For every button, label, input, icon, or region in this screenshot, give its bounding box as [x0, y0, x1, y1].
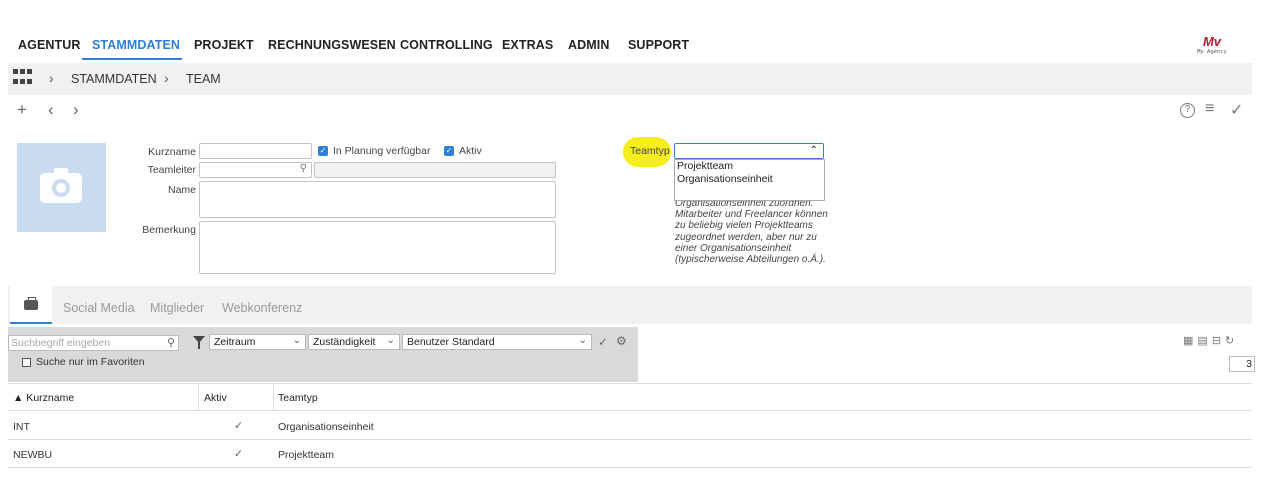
col-aktiv-header[interactable]: Aktiv: [204, 392, 227, 404]
logo-mark: Mv: [1202, 34, 1222, 49]
hint-line: zugeordnet werden, aber nur zu: [675, 231, 817, 243]
cell-kurzname: NEWBU: [13, 449, 53, 461]
nav-projekt[interactable]: PROJEKT: [194, 38, 254, 52]
top-navigation: AGENTUR STAMMDATEN PROJEKT RECHNUNGSWESE…: [0, 30, 1272, 60]
aktiv-checkbox[interactable]: ✓: [444, 146, 454, 156]
table-row[interactable]: NEWBU ✓ Projektteam: [8, 440, 1252, 468]
help-icon[interactable]: ?: [1180, 103, 1195, 118]
nav-extras[interactable]: EXTRAS: [502, 38, 553, 52]
name-label: Name: [167, 184, 196, 196]
tab-webkonferenz[interactable]: Webkonferenz: [222, 301, 302, 315]
cell-teamtyp: Projektteam: [278, 449, 335, 461]
briefcase-icon: [24, 297, 38, 310]
search-icon[interactable]: ⚲: [167, 336, 175, 349]
zeitraum-select[interactable]: Zeitraum ⌄: [209, 334, 306, 350]
nav-stammdaten[interactable]: STAMMDATEN: [92, 38, 180, 52]
bemerkung-label: Bemerkung: [142, 224, 196, 236]
refresh-icon[interactable]: ↻: [1225, 335, 1234, 347]
benutzer-select[interactable]: Benutzer Standard ⌄: [402, 334, 592, 350]
menu-icon[interactable]: ≡: [1205, 100, 1214, 118]
aktiv-label: Aktiv: [459, 145, 482, 157]
kurzname-label: Kurzname: [148, 146, 196, 158]
zustaendigkeit-value: Zuständigkeit: [313, 336, 376, 348]
nav-rechnungswesen[interactable]: RECHNUNGSWESEN: [268, 38, 396, 52]
in-planung-checkbox[interactable]: ✓: [318, 146, 328, 156]
option-projektteam[interactable]: Projektteam: [675, 160, 824, 173]
nav-controlling[interactable]: CONTROLLING: [400, 38, 493, 52]
favorites-label: Suche nur im Favoriten: [36, 356, 145, 368]
logo-subtitle: My Agency: [1197, 49, 1227, 55]
chevron-down-icon: ⌄: [386, 335, 395, 346]
nav-support[interactable]: SUPPORT: [628, 38, 689, 52]
pdf-icon[interactable]: ▤: [1197, 335, 1207, 347]
tab-mitglieder[interactable]: Mitglieder: [150, 301, 204, 315]
breadcrumb-separator-icon: ›: [164, 70, 169, 86]
teamleiter-input[interactable]: ⚲: [199, 162, 312, 178]
breadcrumb-team: TEAM: [186, 72, 221, 86]
app-grid-icon[interactable]: [13, 69, 33, 87]
name-textarea[interactable]: [199, 181, 556, 218]
tab-social-media[interactable]: Social Media: [63, 301, 135, 315]
gear-icon[interactable]: ⚙: [616, 334, 627, 348]
kurzname-input[interactable]: [199, 143, 312, 159]
active-nav-underline: [82, 58, 182, 60]
add-icon[interactable]: +: [17, 100, 27, 120]
option-organisationseinheit[interactable]: Organisationseinheit: [675, 173, 824, 186]
breadcrumb-separator-icon: ›: [49, 70, 54, 86]
zustaendigkeit-select[interactable]: Zuständigkeit ⌄: [308, 334, 400, 350]
search-input[interactable]: Suchbegriff eingeben ⚲: [8, 335, 179, 351]
teamleiter-label: Teamleiter: [147, 164, 196, 176]
hint-line: (typischerweise Abteilungen o.Ä.).: [675, 254, 826, 266]
table-row[interactable]: INT ✓ Organisationseinheit: [8, 412, 1252, 440]
benutzer-value: Benutzer Standard: [407, 336, 495, 348]
search-icon[interactable]: ⚲: [300, 163, 307, 174]
teamtyp-select[interactable]: ⌃: [674, 143, 824, 159]
cell-teamtyp: Organisationseinheit: [278, 421, 374, 433]
nav-admin[interactable]: ADMIN: [568, 38, 609, 52]
nav-agentur[interactable]: AGENTUR: [18, 38, 81, 52]
bemerkung-textarea[interactable]: [199, 221, 556, 274]
in-planung-label: In Planung verfügbar: [333, 145, 431, 157]
team-photo-placeholder[interactable]: [17, 143, 106, 232]
previous-icon[interactable]: ‹: [48, 100, 54, 120]
favorites-checkbox[interactable]: [22, 358, 31, 367]
next-icon[interactable]: ›: [73, 100, 79, 120]
teamleiter-name-field: [314, 162, 556, 178]
teamtyp-dropdown: Projektteam Organisationseinheit: [674, 159, 825, 201]
chevron-up-icon: ⌃: [809, 145, 818, 156]
hint-line: zu beliebig vielen Projektteams: [675, 220, 813, 232]
chevron-down-icon: ⌄: [578, 335, 587, 346]
tab-overview[interactable]: [10, 286, 52, 324]
hint-line: einer Organisationseinheit: [675, 242, 792, 254]
teamtyp-hint: Organisationseinheit zuordnen. Mitarbeit…: [675, 198, 845, 265]
col-teamtyp-header[interactable]: Teamtyp: [278, 392, 318, 404]
search-placeholder: Suchbegriff eingeben: [11, 337, 111, 349]
excel-icon[interactable]: ▦: [1183, 335, 1193, 347]
hint-line: Mitarbeiter und Freelancer können: [675, 209, 828, 221]
export-icons: ▦ ▤ ⊟ ↻: [1183, 334, 1238, 347]
app-logo[interactable]: Mv My Agency: [1188, 34, 1236, 60]
col-kurzname-header[interactable]: ▲ Kurzname: [13, 392, 74, 404]
teamtyp-label: Teamtyp: [630, 145, 670, 157]
cell-kurzname: INT: [13, 421, 30, 433]
chevron-down-icon: ⌄: [292, 335, 301, 346]
table-header: ▲ Kurzname Aktiv Teamtyp: [8, 383, 1252, 411]
zeitraum-value: Zeitraum: [214, 336, 256, 348]
breadcrumb-stammdaten[interactable]: STAMMDATEN: [71, 72, 157, 86]
save-check-icon[interactable]: ✓: [1230, 100, 1243, 120]
filter-icon[interactable]: [193, 336, 205, 349]
camera-icon: [40, 168, 82, 203]
record-count: 3: [1229, 356, 1255, 372]
tab-bar: Social Media Mitglieder Webkonferenz: [8, 286, 1252, 324]
breadcrumb: › STAMMDATEN › TEAM: [8, 63, 1252, 95]
print-icon[interactable]: ⊟: [1212, 335, 1221, 347]
apply-check-icon[interactable]: ✓: [598, 335, 608, 349]
check-icon: ✓: [234, 420, 244, 432]
check-icon: ✓: [234, 448, 244, 460]
